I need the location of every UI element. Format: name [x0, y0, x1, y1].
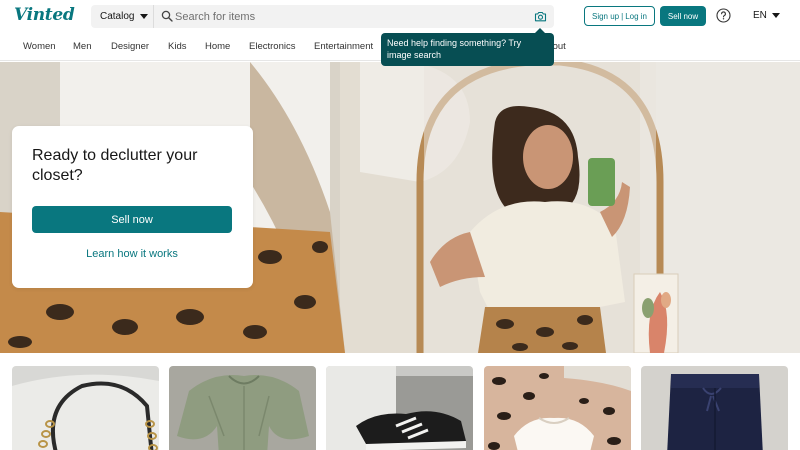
language-label: EN [753, 10, 767, 21]
signup-label[interactable]: Sign up [592, 12, 619, 21]
catalog-dropdown[interactable]: Catalog [91, 5, 154, 28]
nav-item-kids[interactable]: Kids [168, 41, 186, 52]
search-bar: Catalog [91, 5, 554, 28]
nav-item-electronics[interactable]: Electronics [249, 41, 295, 52]
chain-bag-photo [12, 366, 159, 450]
signup-login-button[interactable]: Sign up | Log in [584, 6, 655, 26]
search-input[interactable] [175, 5, 525, 28]
nav-item-entertainment[interactable]: Entertainment [314, 41, 373, 52]
header: Vinted Catalog Sign up | Log in Sell now… [0, 0, 800, 32]
item-card[interactable] [484, 366, 631, 450]
hero-sell-now-button[interactable]: Sell now [32, 206, 232, 233]
hero-title: Ready to declutter your closet? [32, 147, 198, 184]
leopard-top-photo [484, 366, 631, 450]
item-card[interactable] [326, 366, 473, 450]
navy-pants-photo [641, 366, 788, 450]
item-card[interactable] [12, 366, 159, 450]
image-search-tooltip: Need help finding something? Try image s… [381, 28, 554, 66]
catalog-label: Catalog [100, 11, 135, 22]
chevron-down-icon [140, 14, 149, 19]
nav-item-designer[interactable]: Designer [111, 41, 149, 52]
item-card[interactable] [641, 366, 788, 450]
nav-item-home[interactable]: Home [205, 41, 230, 52]
item-card[interactable] [169, 366, 316, 450]
login-label[interactable]: Log in [625, 12, 647, 21]
green-top-photo [169, 366, 316, 450]
nav-item-women[interactable]: Women [23, 41, 56, 52]
vinted-logo[interactable]: Vinted [14, 5, 75, 25]
chevron-down-icon [771, 13, 780, 18]
sell-now-button[interactable]: Sell now [660, 6, 706, 26]
item-feed [0, 353, 800, 450]
search-icon [161, 10, 173, 22]
separator: | [621, 11, 624, 21]
sell-promo-card: Ready to declutter your closet? Sell now… [12, 126, 253, 288]
learn-how-it-works-link[interactable]: Learn how it works [32, 248, 232, 260]
help-icon[interactable] [716, 8, 731, 23]
sneakers-photo [326, 366, 473, 450]
hero-banner: Ready to declutter your closet? Sell now… [0, 62, 800, 353]
camera-icon[interactable] [534, 10, 547, 23]
nav-item-men[interactable]: Men [73, 41, 91, 52]
language-selector[interactable]: EN [753, 10, 780, 21]
